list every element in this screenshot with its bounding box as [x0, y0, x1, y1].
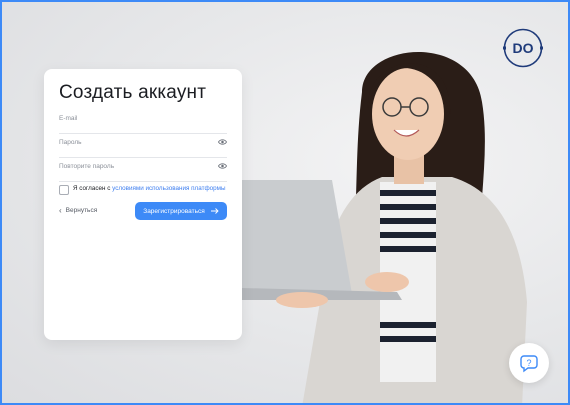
- chevron-left-icon: ‹: [59, 206, 62, 215]
- email-field[interactable]: E-mail: [59, 111, 227, 134]
- terms-link[interactable]: условиями использования платформы: [112, 185, 225, 192]
- back-button[interactable]: ‹ Вернуться: [59, 206, 97, 215]
- brand-logo: DO: [503, 28, 543, 68]
- agree-text: Я согласен с условиями использования пла…: [73, 185, 226, 192]
- password-field[interactable]: Пароль: [59, 135, 227, 158]
- back-label: Вернуться: [65, 207, 98, 214]
- app-window: Создать аккаунт E-mail Пароль Повторите …: [0, 0, 570, 405]
- signup-card: Создать аккаунт E-mail Пароль Повторите …: [44, 69, 242, 340]
- agree-prefix: Я согласен с: [73, 185, 113, 192]
- help-chat-icon: ?: [520, 355, 538, 373]
- page-title: Создать аккаунт: [59, 82, 207, 103]
- agree-checkbox[interactable]: [59, 185, 69, 195]
- confirm-password-label: Повторите пароль: [59, 163, 115, 170]
- arrow-right-icon: [210, 208, 219, 214]
- email-label: E-mail: [59, 115, 78, 122]
- confirm-password-field[interactable]: Повторите пароль: [59, 159, 227, 182]
- password-label: Пароль: [59, 139, 82, 146]
- logo-text: DO: [513, 40, 534, 56]
- eye-icon[interactable]: [218, 138, 227, 146]
- svg-text:?: ?: [526, 358, 531, 368]
- help-button[interactable]: ?: [509, 343, 549, 383]
- register-label: Зарегистрироваться: [143, 207, 205, 215]
- eye-icon[interactable]: [218, 162, 227, 170]
- register-button[interactable]: Зарегистрироваться: [135, 202, 227, 220]
